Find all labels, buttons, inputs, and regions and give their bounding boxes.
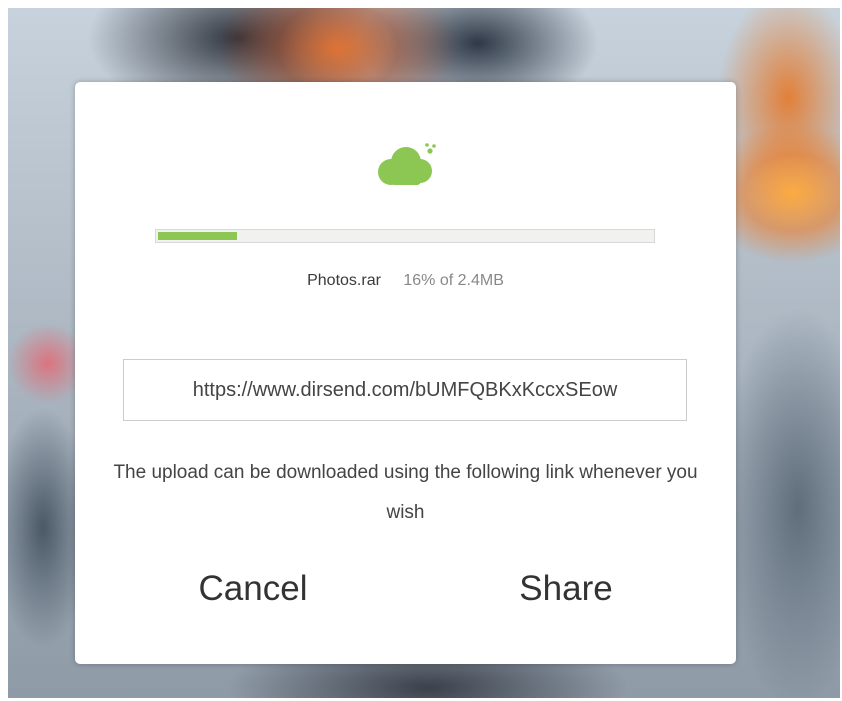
desktop-stage: Photos.rar 16% of 2.4MB The upload can b…: [0, 0, 842, 701]
cloud-upload-icon: [378, 143, 436, 185]
file-info: Photos.rar 16% of 2.4MB: [75, 272, 736, 290]
share-button[interactable]: Share: [466, 564, 666, 614]
link-description: The upload can be downloaded using the f…: [113, 462, 698, 523]
share-link-field[interactable]: [123, 359, 687, 421]
file-name: Photos.rar: [307, 272, 381, 289]
file-progress-status: 16% of 2.4MB: [403, 272, 504, 289]
upload-dialog: Photos.rar 16% of 2.4MB The upload can b…: [75, 82, 736, 664]
cancel-button[interactable]: Cancel: [153, 564, 353, 614]
upload-progress-fill: [158, 232, 237, 240]
upload-progress-bar: [155, 229, 655, 243]
